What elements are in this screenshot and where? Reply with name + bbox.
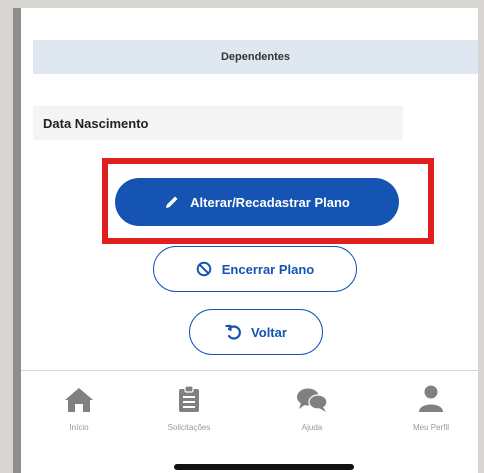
tab-ajuda-label: Ajuda <box>301 423 323 432</box>
birthdate-row: Data Nascimento <box>33 106 403 140</box>
tab-ajuda[interactable]: Ajuda <box>262 385 362 432</box>
undo-icon <box>225 324 241 340</box>
tab-inicio[interactable]: Início <box>29 385 129 432</box>
home-indicator <box>174 464 354 470</box>
birthdate-label: Data Nascimento <box>43 115 149 131</box>
back-label: Voltar <box>251 324 287 340</box>
frame-left <box>0 0 13 473</box>
end-plan-label: Encerrar Plano <box>221 261 315 277</box>
clipboard-icon <box>178 385 200 413</box>
back-button[interactable]: Voltar <box>189 309 323 355</box>
change-plan-label: Alterar/Recadastrar Plano <box>190 194 350 210</box>
change-plan-button[interactable]: Alterar/Recadastrar Plano <box>115 178 399 226</box>
dependents-title: Dependentes <box>220 51 291 63</box>
window-edge-bar <box>13 8 21 473</box>
tab-meu-perfil[interactable]: Meu Perfil <box>381 385 478 432</box>
frame-top <box>0 0 484 8</box>
dependents-header: Dependentes <box>33 40 478 74</box>
home-icon <box>64 385 94 413</box>
end-plan-button[interactable]: Encerrar Plano <box>153 246 357 292</box>
tab-solicitacoes[interactable]: Solicitações <box>139 385 239 432</box>
tab-inicio-label: Início <box>69 423 89 432</box>
user-icon <box>418 385 444 413</box>
bottom-tab-bar: Início Solicitações Ajuda Meu Perfil <box>21 370 478 450</box>
dependents-empty-row <box>33 74 478 106</box>
chat-bubbles-icon <box>296 385 328 413</box>
ban-icon <box>196 261 212 277</box>
tab-meu-perfil-label: Meu Perfil <box>412 423 449 432</box>
app-screen: Dependentes Data Nascimento Alterar/Reca… <box>21 8 478 473</box>
pencil-icon <box>164 194 180 210</box>
tab-solicitacoes-label: Solicitações <box>167 423 211 432</box>
frame-right <box>478 0 484 473</box>
